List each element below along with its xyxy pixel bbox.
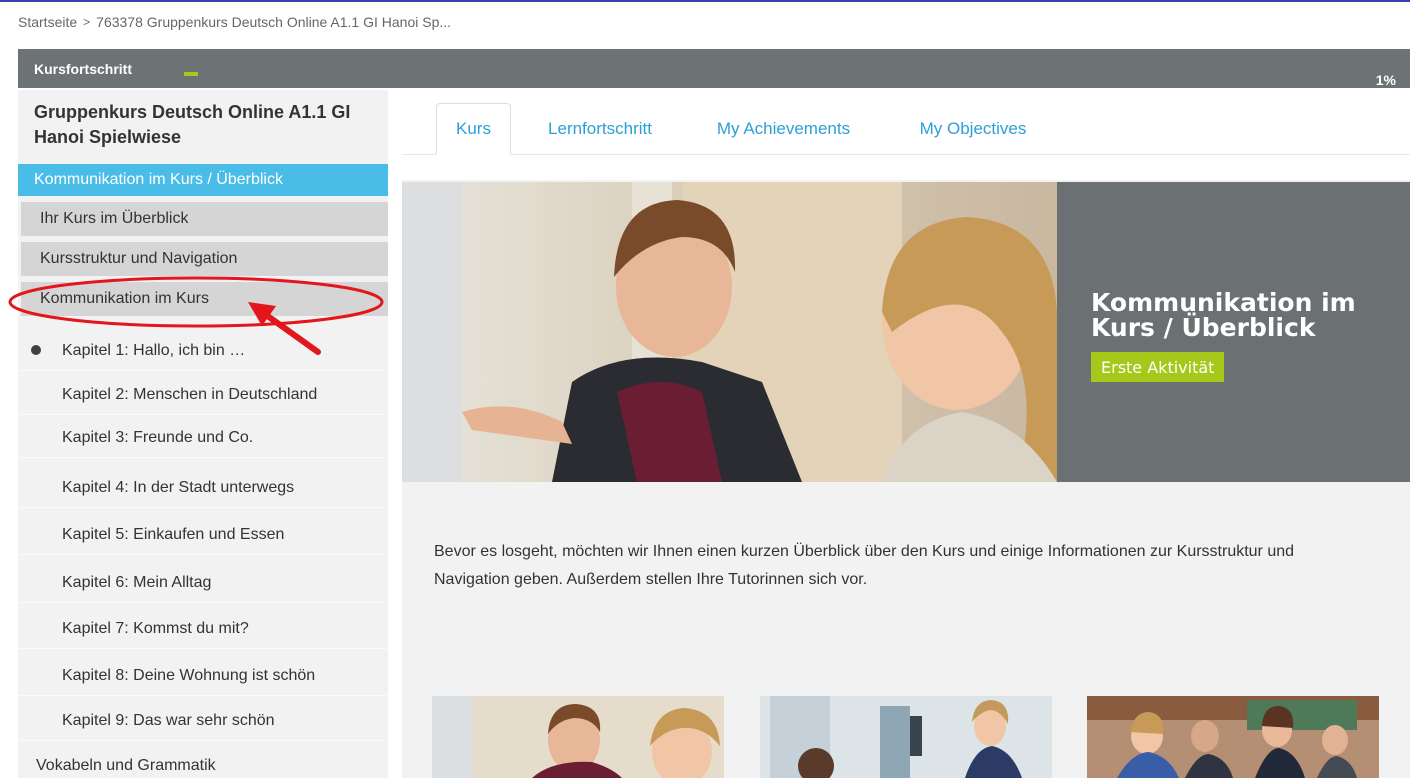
thumbnail-structure[interactable] bbox=[760, 696, 1052, 778]
chapter-label: Kapitel 6: Mein Alltag bbox=[62, 574, 212, 591]
chapter-label: Kapitel 2: Menschen in Deutschland bbox=[62, 386, 318, 403]
sidebar-item-vocabulary-grammar[interactable]: Vokabeln und Grammatik bbox=[36, 757, 216, 775]
tab-my-achievements[interactable]: My Achievements bbox=[696, 103, 871, 155]
chapter-label: Kapitel 5: Einkaufen und Essen bbox=[62, 526, 285, 543]
breadcrumb-home-link[interactable]: Startseite bbox=[18, 14, 77, 30]
breadcrumb-course-link[interactable]: 763378 Gruppenkurs Deutsch Online A1.1 G… bbox=[96, 14, 451, 30]
chapter-label: Kapitel 3: Freunde und Co. bbox=[62, 429, 254, 446]
sidebar-chapter-3[interactable]: Kapitel 3: Freunde und Co. bbox=[18, 419, 388, 458]
chapter-label: Kapitel 4: In der Stadt unterwegs bbox=[62, 479, 295, 496]
top-border bbox=[0, 0, 1410, 2]
sidebar-chapter-4[interactable]: Kapitel 4: In der Stadt unterwegs bbox=[18, 469, 388, 508]
sidebar-chapter-9[interactable]: Kapitel 9: Das war sehr schön bbox=[18, 702, 388, 741]
progress-fill bbox=[184, 72, 198, 76]
thumbnail-communication[interactable] bbox=[1087, 696, 1379, 778]
chapter-label: Kapitel 8: Deine Wohnung ist schön bbox=[62, 667, 316, 684]
sidebar-item-structure-navigation[interactable]: Kursstruktur und Navigation bbox=[21, 242, 388, 276]
course-title: Gruppenkurs Deutsch Online A1.1 GI Hanoi… bbox=[34, 102, 351, 147]
tab-lernfortschritt[interactable]: Lernfortschritt bbox=[530, 103, 670, 155]
progress-percent: 1% bbox=[1375, 72, 1396, 88]
chapter-label: Kapitel 9: Das war sehr schön bbox=[62, 712, 275, 729]
breadcrumb-separator: > bbox=[83, 15, 91, 29]
hero-image bbox=[402, 182, 1057, 482]
sidebar-section-overview[interactable]: Kommunikation im Kurs / Überblick bbox=[18, 164, 388, 196]
hero-title: Kommunikation im Kurs / Überblick bbox=[1091, 288, 1356, 342]
first-activity-button[interactable]: Erste Aktivität bbox=[1091, 352, 1225, 382]
sidebar-chapter-2[interactable]: Kapitel 2: Menschen in Deutschland bbox=[18, 376, 388, 415]
course-progress-bar: Kursfortschritt 1% bbox=[18, 49, 1410, 88]
sidebar-item-course-overview[interactable]: Ihr Kurs im Überblick bbox=[21, 202, 388, 236]
sidebar-item-communication[interactable]: Kommunikation im Kurs bbox=[21, 282, 388, 316]
breadcrumb: Startseite > 763378 Gruppenkurs Deutsch … bbox=[18, 10, 451, 34]
intro-text: Bevor es losgeht, möchten wir Ihnen eine… bbox=[434, 543, 1295, 588]
progress-label: Kursfortschritt bbox=[34, 61, 133, 77]
sidebar-chapter-7[interactable]: Kapitel 7: Kommst du mit? bbox=[18, 610, 388, 649]
sidebar-chapter-8[interactable]: Kapitel 8: Deine Wohnung ist schön bbox=[18, 657, 388, 696]
hero-panel: Kommunikation im Kurs / Überblick Erste … bbox=[1057, 182, 1410, 482]
thumbnail-overview[interactable] bbox=[432, 696, 724, 778]
sidebar-chapter-5[interactable]: Kapitel 5: Einkaufen und Essen bbox=[18, 516, 388, 555]
tab-my-objectives[interactable]: My Objectives bbox=[898, 103, 1048, 155]
tab-kurs[interactable]: Kurs bbox=[436, 103, 511, 155]
course-sidebar: Gruppenkurs Deutsch Online A1.1 GI Hanoi… bbox=[18, 90, 388, 778]
chapter-label: Kapitel 7: Kommst du mit? bbox=[62, 620, 249, 637]
sidebar-chapter-1[interactable]: Kapitel 1: Hallo, ich bin … bbox=[18, 332, 388, 371]
current-chapter-bullet-icon bbox=[31, 345, 41, 355]
chapter-label: Kapitel 1: Hallo, ich bin … bbox=[62, 342, 246, 359]
sidebar-chapter-6[interactable]: Kapitel 6: Mein Alltag bbox=[18, 564, 388, 603]
